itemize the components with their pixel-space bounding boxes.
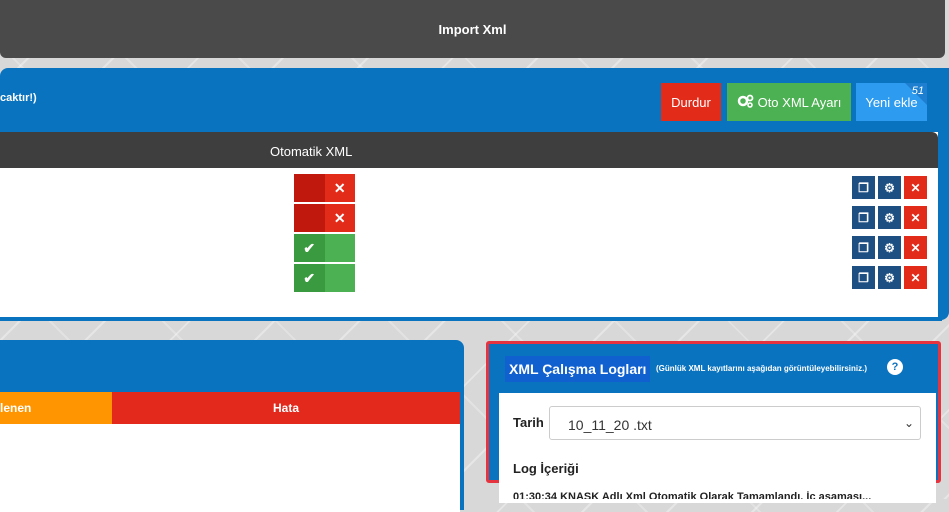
table-row: ✕ ❐ ⚙ ✕: [0, 198, 938, 232]
date-label: Tarih: [513, 415, 544, 430]
copy-icon[interactable]: ❐: [852, 176, 875, 199]
auto-xml-toggle[interactable]: ✔: [294, 264, 355, 292]
log-date-value: 10_11_20 .txt: [568, 417, 652, 433]
panel-note: caktır!): [0, 92, 37, 104]
stats-panel: lenen Hata: [0, 340, 464, 512]
stop-button-label: Durdur: [671, 94, 711, 110]
table-header: Otomatik XML: [0, 132, 938, 168]
delete-icon[interactable]: ✕: [904, 236, 927, 259]
log-content-label: Log İçeriği: [513, 461, 579, 476]
delete-icon[interactable]: ✕: [904, 206, 927, 229]
copy-icon[interactable]: ❐: [852, 266, 875, 289]
check-icon: ✔: [294, 264, 325, 292]
new-add-button[interactable]: Yeni ekle 51: [856, 83, 927, 121]
logs-title: XML Çalışma Logları: [505, 356, 651, 382]
help-icon[interactable]: ?: [887, 359, 903, 375]
copy-icon[interactable]: ❐: [852, 206, 875, 229]
count-badge: 51: [911, 85, 924, 97]
column-processed: lenen: [0, 392, 112, 424]
gears-icon: [737, 94, 755, 111]
settings-icon[interactable]: ⚙: [878, 206, 901, 229]
copy-icon[interactable]: ❐: [852, 236, 875, 259]
stop-button[interactable]: Durdur: [661, 83, 721, 121]
table-row: ✕ ❐ ⚙ ✕: [0, 168, 938, 202]
chevron-down-icon: ⌄: [903, 416, 914, 430]
log-line: 01:30:34 KNASK Adlı Xml Otomatik Olarak …: [513, 491, 872, 499]
settings-icon[interactable]: ⚙: [878, 236, 901, 259]
delete-icon[interactable]: ✕: [904, 266, 927, 289]
table-row: ✔ ❐ ⚙ ✕: [0, 258, 938, 292]
log-date-select[interactable]: 10_11_20 .txt ⌄: [549, 406, 921, 440]
auto-xml-settings-label: Oto XML Ayarı: [757, 94, 842, 110]
table-row: ✔ ❐ ⚙ ✕: [0, 228, 938, 262]
delete-icon[interactable]: ✕: [904, 176, 927, 199]
settings-icon[interactable]: ⚙: [878, 266, 901, 289]
row-actions: ❐ ⚙ ✕: [852, 236, 927, 259]
row-actions: ❐ ⚙ ✕: [852, 266, 927, 289]
row-actions: ❐ ⚙ ✕: [852, 206, 927, 229]
stats-table: lenen Hata: [0, 392, 460, 512]
row-actions: ❐ ⚙ ✕: [852, 176, 927, 199]
page-title: Import Xml: [438, 21, 507, 37]
logs-subtitle: (Günlük XML kayıtlarını aşağıdan görüntü…: [656, 364, 867, 373]
xml-table: Otomatik XML ✕ ❐ ⚙ ✕ ✕ ❐ ⚙ ✕ ✔ ❐ ⚙ ✕ ✔ ❐…: [0, 132, 942, 321]
auto-xml-settings-button[interactable]: Oto XML Ayarı: [727, 83, 851, 121]
settings-icon[interactable]: ⚙: [878, 176, 901, 199]
page-title-bar: Import Xml: [0, 0, 945, 58]
column-error: Hata: [112, 392, 460, 424]
column-auto-xml: Otomatik XML: [270, 144, 353, 159]
